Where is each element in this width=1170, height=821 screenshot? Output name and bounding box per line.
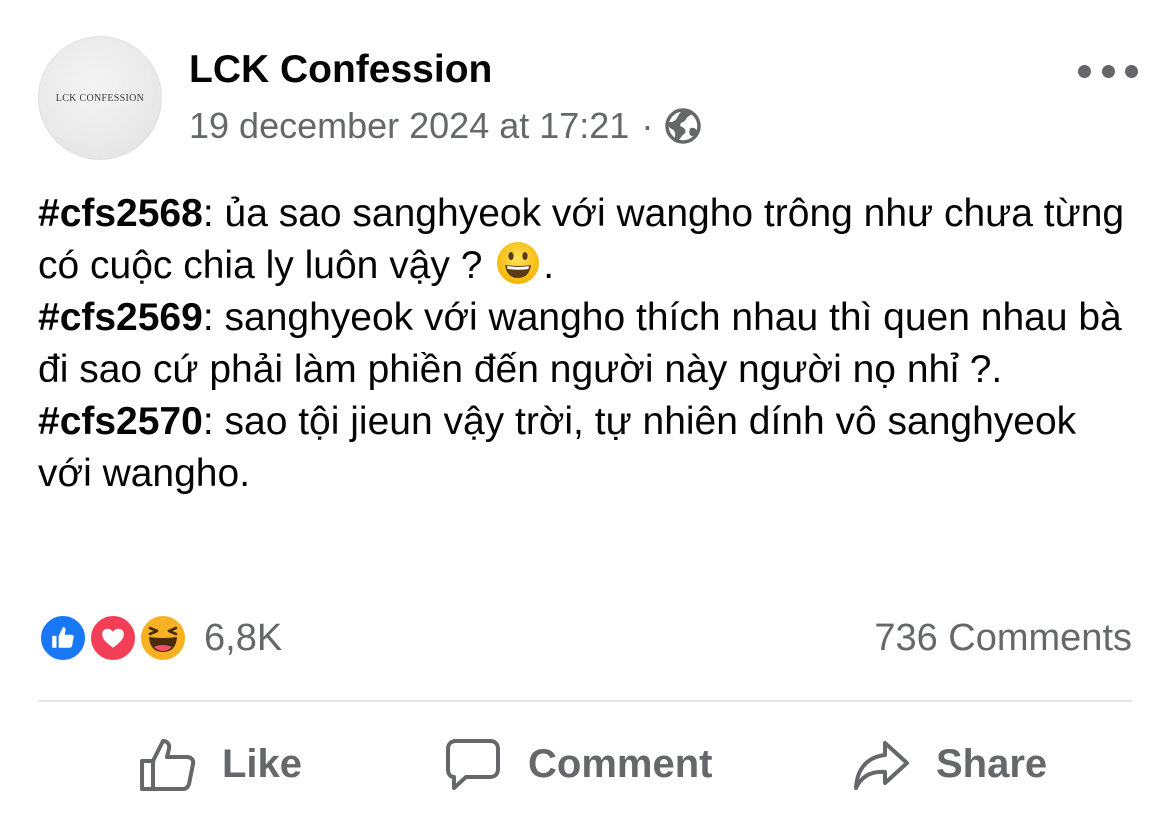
page-name[interactable]: LCK Confession [189, 48, 492, 92]
post-meta: 19 december 2024 at 17:21 · [189, 105, 703, 147]
post-timestamp[interactable]: 19 december 2024 at 17:21 [189, 105, 629, 147]
reaction-count[interactable]: 6,8K [204, 617, 282, 660]
hashtag-link[interactable]: #cfs2570 [38, 400, 203, 443]
confession-item: #cfs2569: sanghyeok với wangho thích nha… [38, 292, 1133, 396]
thumbs-up-icon [140, 739, 196, 791]
comment-label: Comment [528, 741, 713, 786]
share-label: Share [936, 741, 1048, 786]
like-label: Like [222, 741, 303, 786]
comments-count[interactable]: 736 Comments [874, 617, 1132, 660]
more-dot [1078, 64, 1091, 78]
hashtag-link[interactable]: #cfs2569 [38, 296, 203, 339]
page-avatar[interactable]: LCK CONFESSION [38, 36, 162, 160]
like-button[interactable]: Like [138, 722, 302, 806]
divider [38, 700, 1132, 702]
post-text: #cfs2568: ủa sao sanghyeok với wangho tr… [38, 188, 1133, 500]
grinning-face-emoji [497, 242, 540, 284]
share-arrow-icon [854, 741, 909, 790]
hashtag-link[interactable]: #cfs2568 [38, 192, 203, 235]
love-reaction-icon [88, 613, 138, 663]
more-options-button[interactable] [1078, 56, 1138, 86]
reaction-icons[interactable] [38, 613, 192, 663]
haha-reaction-icon [138, 613, 188, 663]
avatar-logo-text: LCK CONFESSION [55, 92, 145, 104]
more-dot [1125, 64, 1138, 78]
meta-separator: · [641, 105, 654, 146]
confession-text-end: . [543, 244, 555, 287]
globe-icon[interactable] [663, 106, 703, 146]
action-bar: Like Comment Share [0, 722, 1170, 806]
reactions-summary: 6,8K 736 Comments [38, 610, 1132, 666]
confession-item: #cfs2570: sao tội jieun vậy trời, tự nhi… [38, 396, 1133, 500]
comment-button[interactable]: Comment [444, 722, 712, 806]
share-button[interactable]: Share [852, 722, 1047, 806]
comment-bubble-icon [446, 739, 500, 790]
more-dot [1101, 64, 1115, 78]
like-reaction-icon [38, 613, 88, 663]
confession-item: #cfs2568: ủa sao sanghyeok với wangho tr… [38, 188, 1133, 292]
